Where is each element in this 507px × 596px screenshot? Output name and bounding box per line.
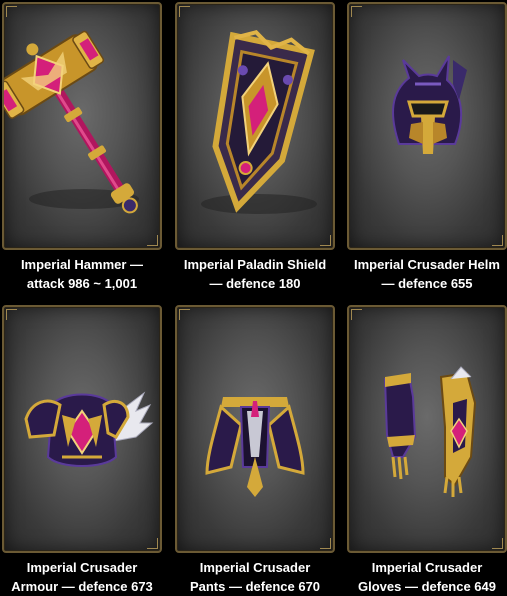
item-frame bbox=[175, 305, 335, 553]
pants-icon bbox=[205, 397, 305, 497]
item-stat: — defence 655 bbox=[381, 276, 473, 291]
item-stat: attack 986 ~ 1,001 bbox=[26, 276, 138, 291]
armour-icon bbox=[24, 391, 154, 467]
item-caption: Imperial Paladin Shield — defence 180 bbox=[165, 255, 345, 293]
item-stat: Armour — defence 673 bbox=[11, 579, 153, 594]
item-caption: Imperial Crusader Pants — defence 670 bbox=[165, 558, 345, 596]
item-stat: Gloves — defence 649 bbox=[357, 579, 496, 594]
item-name: Imperial Paladin Shield bbox=[183, 257, 327, 272]
item-name: Imperial Hammer — bbox=[20, 257, 144, 272]
item-caption: Imperial Crusader Gloves — defence 649 bbox=[337, 558, 507, 596]
gloves-icon bbox=[383, 366, 477, 497]
item-name: Imperial Crusader Helm bbox=[354, 257, 500, 272]
item-caption: Imperial Crusader Helm — defence 655 bbox=[337, 255, 507, 293]
hammer-icon bbox=[4, 30, 139, 214]
item-frame bbox=[175, 2, 335, 250]
item-name: Imperial Crusader bbox=[199, 560, 311, 575]
item-name: Imperial Crusader bbox=[371, 560, 483, 575]
item-gallery: Imperial Hammer — attack 986 ~ 1,001 Imp… bbox=[0, 0, 507, 596]
shield-icon bbox=[201, 29, 317, 214]
item-stat: Pants — defence 670 bbox=[189, 579, 321, 594]
item-frame bbox=[347, 305, 507, 553]
item-name: Imperial Crusader bbox=[26, 560, 138, 575]
item-frame bbox=[2, 305, 162, 553]
item-caption: Imperial Crusader Armour — defence 673 bbox=[0, 558, 172, 596]
helm-icon bbox=[392, 55, 467, 154]
item-stat: — defence 180 bbox=[209, 276, 301, 291]
item-frame bbox=[347, 2, 507, 250]
item-frame bbox=[2, 2, 162, 250]
item-caption: Imperial Hammer — attack 986 ~ 1,001 bbox=[0, 255, 172, 293]
